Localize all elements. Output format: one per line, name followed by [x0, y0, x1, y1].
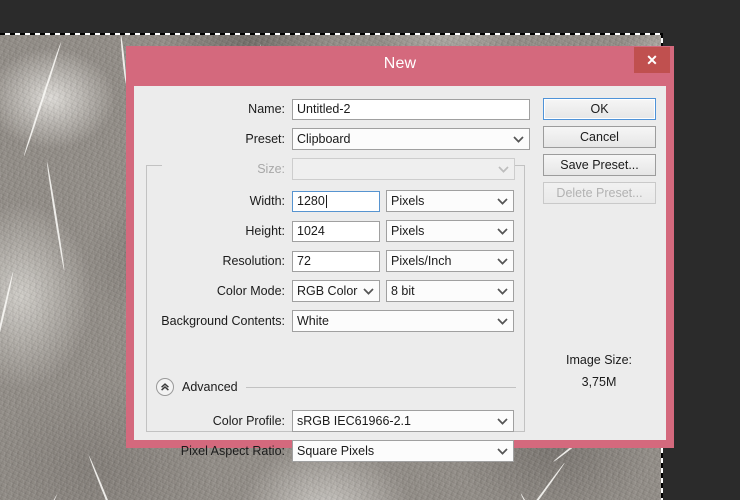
preset-select[interactable]: Clipboard — [292, 128, 530, 150]
color-mode-value: RGB Color — [297, 281, 361, 301]
chevron-down-icon — [495, 191, 509, 211]
new-document-dialog: New ✕ Name: Untitled-2 Preset: Clipboa — [126, 46, 674, 448]
image-size-label: Image Size: — [532, 353, 666, 367]
chevron-down-icon — [495, 221, 509, 241]
preset-select-value: Clipboard — [297, 129, 511, 149]
row-color-mode: Color Mode: RGB Color 8 bit — [134, 280, 532, 302]
selection-marching-ants-top — [0, 33, 663, 35]
name-input[interactable]: Untitled-2 — [292, 99, 530, 120]
chevron-down-icon — [361, 281, 375, 301]
cancel-button[interactable]: Cancel — [543, 126, 656, 148]
height-unit-value: Pixels — [391, 221, 495, 241]
row-height: Height: 1024 Pixels — [134, 220, 532, 242]
row-size: Size: — [134, 158, 532, 180]
height-label: Height: — [134, 224, 292, 238]
row-color-profile: Color Profile: sRGB IEC61966-2.1 — [134, 410, 532, 432]
background-contents-select[interactable]: White — [292, 310, 514, 332]
image-size-value: 3,75M — [532, 375, 666, 389]
color-profile-label: Color Profile: — [134, 414, 292, 428]
photoshop-window: New ✕ Name: Untitled-2 Preset: Clipboa — [0, 0, 740, 500]
row-name: Name: Untitled-2 — [134, 98, 532, 120]
chevron-down-icon — [495, 441, 509, 461]
width-input[interactable]: 1280 — [292, 191, 380, 212]
chevron-down-icon — [495, 281, 509, 301]
pixel-aspect-ratio-label: Pixel Aspect Ratio: — [134, 444, 292, 458]
delete-preset-button: Delete Preset... — [543, 182, 656, 204]
size-label: Size: — [134, 162, 292, 176]
color-profile-select[interactable]: sRGB IEC61966-2.1 — [292, 410, 514, 432]
pixel-aspect-ratio-select[interactable]: Square Pixels — [292, 440, 514, 462]
height-input[interactable]: 1024 — [292, 221, 380, 242]
color-mode-select[interactable]: RGB Color — [292, 280, 380, 302]
name-label: Name: — [134, 102, 292, 116]
form-area: Name: Untitled-2 Preset: Clipboard Size — [134, 86, 532, 440]
advanced-section-header: Advanced — [156, 377, 516, 397]
bit-depth-value: 8 bit — [391, 281, 495, 301]
resolution-input[interactable]: 72 — [292, 251, 380, 272]
dialog-title: New — [126, 55, 674, 73]
pixel-aspect-ratio-value: Square Pixels — [297, 441, 495, 461]
chevron-down-icon — [511, 129, 525, 149]
row-width: Width: 1280 Pixels — [134, 190, 532, 212]
row-background-contents: Background Contents: White — [134, 310, 532, 332]
chevron-down-icon — [495, 311, 509, 331]
size-select — [292, 158, 515, 180]
ok-button[interactable]: OK — [543, 98, 656, 120]
chevron-down-icon — [495, 411, 509, 431]
chevron-double-up-icon[interactable] — [156, 378, 174, 396]
background-contents-value: White — [297, 311, 495, 331]
resolution-label: Resolution: — [134, 254, 292, 268]
dialog-title-bar: New ✕ — [126, 46, 674, 86]
resolution-unit-select[interactable]: Pixels/Inch — [386, 250, 514, 272]
width-label: Width: — [134, 194, 292, 208]
color-mode-label: Color Mode: — [134, 284, 292, 298]
chevron-down-icon — [495, 251, 509, 271]
background-contents-label: Background Contents: — [134, 314, 292, 328]
close-icon[interactable]: ✕ — [634, 47, 670, 73]
dialog-body: Name: Untitled-2 Preset: Clipboard Size — [134, 86, 666, 440]
row-pixel-aspect-ratio: Pixel Aspect Ratio: Square Pixels — [134, 440, 532, 462]
preset-label: Preset: — [134, 132, 292, 146]
width-unit-value: Pixels — [391, 191, 495, 211]
width-input-value: 1280 — [297, 192, 325, 211]
save-preset-button[interactable]: Save Preset... — [543, 154, 656, 176]
width-unit-select[interactable]: Pixels — [386, 190, 514, 212]
color-profile-value: sRGB IEC61966-2.1 — [297, 411, 495, 431]
row-preset: Preset: Clipboard — [134, 128, 532, 150]
advanced-divider — [246, 387, 516, 388]
text-caret — [326, 195, 327, 208]
advanced-label: Advanced — [182, 380, 238, 394]
height-unit-select[interactable]: Pixels — [386, 220, 514, 242]
bit-depth-select[interactable]: 8 bit — [386, 280, 514, 302]
row-resolution: Resolution: 72 Pixels/Inch — [134, 250, 532, 272]
resolution-unit-value: Pixels/Inch — [391, 251, 495, 271]
button-area: OK Cancel Save Preset... Delete Preset..… — [532, 86, 666, 440]
chevron-down-icon — [496, 159, 510, 179]
